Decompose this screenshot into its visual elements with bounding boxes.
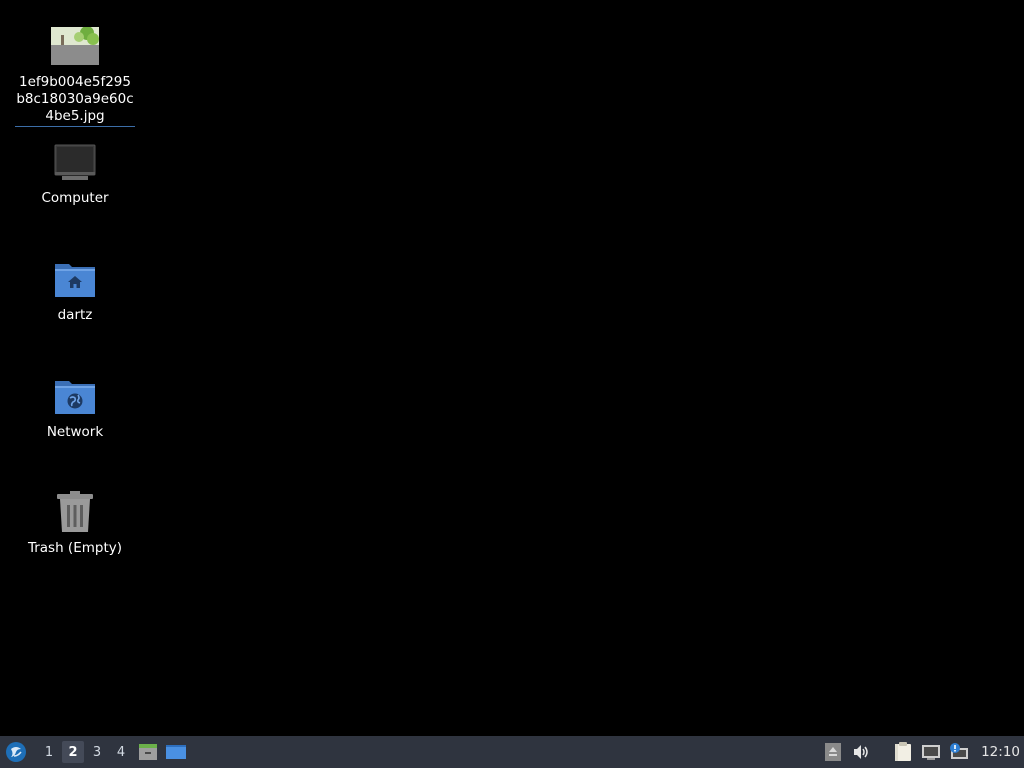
system-tray: 12:10 bbox=[819, 736, 1024, 768]
desktop-icon-network[interactable]: Network bbox=[15, 372, 135, 441]
taskbar: 1 2 3 4 12:10 bbox=[0, 736, 1024, 768]
desktop-icon-label: Trash (Empty) bbox=[27, 540, 123, 556]
computer-icon bbox=[51, 138, 99, 186]
show-desktop-icon[interactable] bbox=[164, 740, 188, 764]
workspace-1-button[interactable]: 1 bbox=[38, 741, 60, 763]
clock[interactable]: 12:10 bbox=[981, 744, 1020, 760]
workspace-4-button[interactable]: 4 bbox=[110, 741, 132, 763]
desktop-icon-label: Network bbox=[46, 424, 104, 440]
clipboard-icon[interactable] bbox=[892, 741, 914, 763]
file-manager-icon[interactable] bbox=[136, 740, 160, 764]
desktop-icon-trash[interactable]: Trash (Empty) bbox=[15, 488, 135, 557]
workspace-3-button[interactable]: 3 bbox=[86, 741, 108, 763]
update-notifier-icon[interactable] bbox=[948, 741, 970, 763]
workspace-2-button[interactable]: 2 bbox=[62, 741, 84, 763]
desktop-icon-label: dartz bbox=[57, 307, 93, 323]
network-folder-icon bbox=[51, 372, 99, 420]
desktop-icon-image-file[interactable]: 1ef9b004e5f295b8c18030a9e60c4be5.jpg bbox=[15, 22, 135, 127]
desktop-icon-computer[interactable]: Computer bbox=[15, 138, 135, 207]
home-folder-icon bbox=[51, 255, 99, 303]
desktop-icon-label: 1ef9b004e5f295b8c18030a9e60c4be5.jpg bbox=[15, 74, 135, 127]
network-monitor-icon[interactable] bbox=[920, 741, 942, 763]
desktop-icon-label: Computer bbox=[41, 190, 109, 206]
desktop[interactable]: 1ef9b004e5f295b8c18030a9e60c4be5.jpg Com… bbox=[0, 0, 1024, 736]
eject-icon[interactable] bbox=[822, 741, 844, 763]
image-thumbnail-icon bbox=[51, 22, 99, 70]
lxqt-menu-icon[interactable] bbox=[4, 740, 28, 764]
desktop-icon-home-folder[interactable]: dartz bbox=[15, 255, 135, 324]
trash-icon bbox=[51, 488, 99, 536]
volume-icon[interactable] bbox=[850, 741, 872, 763]
